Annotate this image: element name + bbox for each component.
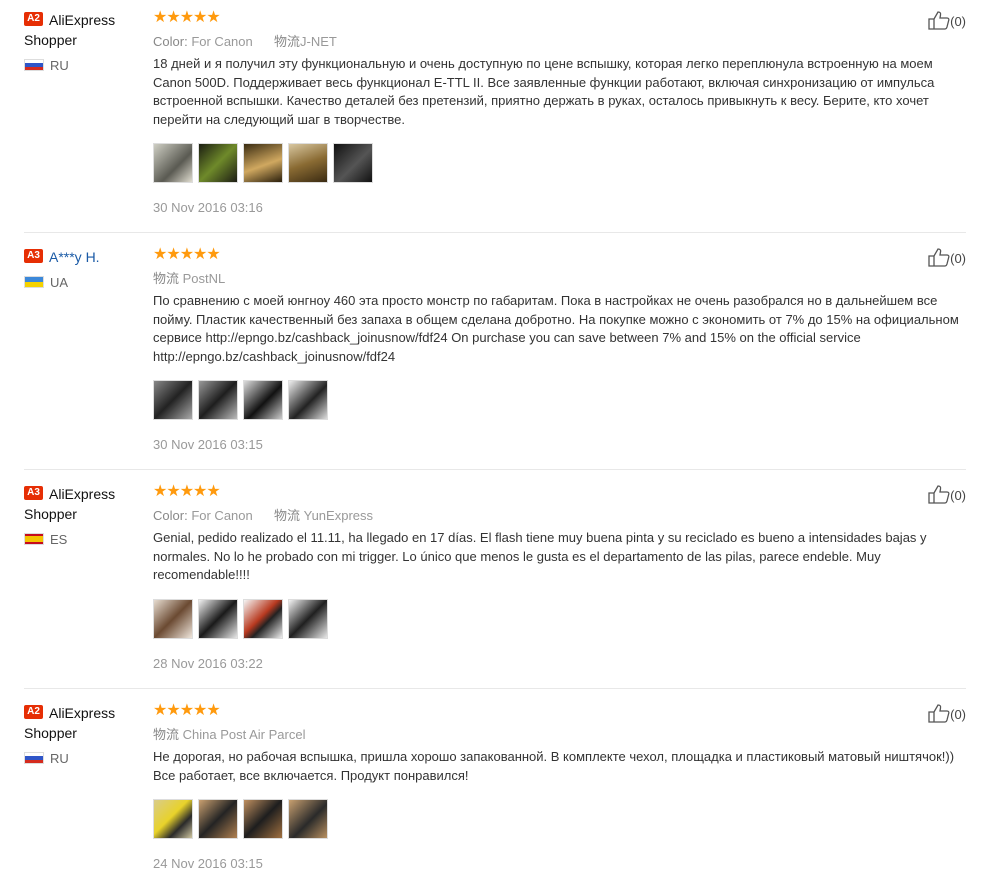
- review-content: ★★★★★ Color: For Canon 物流J-NET 18 дней и…: [153, 10, 965, 216]
- star-rating: ★★★★★: [153, 246, 221, 263]
- flag-icon: [24, 532, 44, 545]
- review-date: 30 Nov 2016 03:15: [153, 437, 263, 452]
- buyer-level-badge: A2: [24, 705, 43, 720]
- review-photo-thumbnail[interactable]: [333, 143, 373, 183]
- reviewer-country: ES: [24, 533, 144, 549]
- reviewer-name-text[interactable]: A***y H.: [49, 249, 100, 265]
- color-label: Color:: [153, 508, 188, 523]
- reviewer-info: A2 AliExpress Shopper RU: [24, 703, 144, 768]
- reviewer-name: A2 AliExpress Shopper: [24, 10, 144, 50]
- review-photo-thumbnail[interactable]: [288, 143, 328, 183]
- logistics-label: 物流: [153, 727, 180, 742]
- logistics-value: J-NET: [300, 34, 337, 49]
- reviewer-country: UA: [24, 276, 144, 292]
- review-divider: [24, 688, 966, 689]
- review-photo-thumbnail[interactable]: [198, 143, 238, 183]
- logistics-value: PostNL: [182, 271, 226, 286]
- color-value: For Canon: [191, 34, 253, 49]
- reviewer-name: A3 AliExpress Shopper: [24, 484, 144, 524]
- review-photo-thumbnail[interactable]: [243, 143, 283, 183]
- review-date: 24 Nov 2016 03:15: [153, 856, 263, 871]
- logistics-label: 物流: [273, 508, 300, 523]
- star-rating: ★★★★★: [153, 9, 221, 26]
- review-date: 28 Nov 2016 03:22: [153, 655, 263, 671]
- review-photo-thumbnail[interactable]: [153, 380, 193, 420]
- review-photos: [153, 380, 965, 422]
- reviewer-country: RU: [24, 59, 144, 75]
- review-photo-thumbnail[interactable]: [288, 380, 328, 420]
- helpful-button[interactable]: (0): [928, 10, 966, 30]
- review-meta: Color: For Canon 物流J-NET: [153, 34, 965, 50]
- review-photo-thumbnail[interactable]: [288, 598, 328, 639]
- star-rating: ★★★★★: [153, 702, 221, 719]
- review-photo-thumbnail[interactable]: [153, 143, 193, 183]
- thumbs-up-icon: [928, 10, 950, 35]
- country-code: RU: [50, 58, 69, 73]
- review-date: 30 Nov 2016 03:16: [153, 200, 263, 215]
- review-content: ★★★★★ 物流 China Post Air Parcel Не дорога…: [153, 703, 965, 872]
- logistics-label: 物流: [153, 271, 180, 286]
- country-code: ES: [50, 532, 68, 547]
- logistics-value: China Post Air Parcel: [182, 727, 306, 742]
- thumbs-up-icon: [928, 703, 950, 728]
- country-code: UA: [50, 275, 69, 290]
- color-label: Color:: [153, 34, 188, 49]
- review-photo-thumbnail[interactable]: [288, 799, 328, 839]
- review-photo-thumbnail[interactable]: [243, 598, 283, 639]
- review-photo-thumbnail[interactable]: [243, 380, 283, 420]
- helpful-count: (0): [950, 706, 966, 722]
- helpful-button[interactable]: (0): [928, 703, 966, 723]
- review-meta: 物流 China Post Air Parcel: [153, 727, 965, 743]
- review-content: ★★★★★ 物流 PostNL По сравнению с моей юнгн…: [153, 247, 965, 453]
- review-photo-thumbnail[interactable]: [153, 799, 193, 839]
- buyer-level-badge: A2: [24, 12, 43, 27]
- star-rating: ★★★★★: [153, 483, 221, 500]
- reviewer-name[interactable]: A3 A***y H.: [24, 247, 144, 267]
- helpful-button[interactable]: (0): [928, 247, 966, 267]
- review-meta: Color: For Canon 物流 YunExpress: [153, 508, 965, 524]
- helpful-button[interactable]: (0): [928, 484, 966, 504]
- review-text: Не дорогая, но рабочая вспышка, пришла х…: [153, 749, 955, 783]
- flag-icon: [24, 58, 44, 71]
- review-photo-thumbnail[interactable]: [243, 799, 283, 839]
- flag-icon: [24, 751, 44, 764]
- buyer-level-badge: A3: [24, 486, 43, 501]
- reviewer-country: RU: [24, 752, 144, 768]
- review-content: ★★★★★ Color: For Canon 物流 YunExpress Gen…: [153, 484, 965, 672]
- thumbs-up-icon: [928, 484, 950, 509]
- helpful-count: (0): [950, 250, 966, 266]
- logistics-label: 物流: [273, 34, 300, 49]
- review-divider: [24, 232, 966, 233]
- helpful-count: (0): [950, 13, 966, 29]
- review-divider: [24, 469, 966, 470]
- reviewer-info: A3 AliExpress Shopper ES: [24, 484, 144, 549]
- review-photos: [153, 143, 965, 185]
- review-meta: 物流 PostNL: [153, 271, 965, 287]
- helpful-count: (0): [950, 487, 966, 503]
- thumbs-up-icon: [928, 247, 950, 272]
- reviewer-name: A2 AliExpress Shopper: [24, 703, 144, 743]
- reviewer-info: A2 AliExpress Shopper RU: [24, 10, 144, 75]
- review-text: По сравнению с моей юнгноу 460 эта прост…: [153, 293, 959, 364]
- review-photos: [153, 598, 965, 641]
- country-code: RU: [50, 751, 69, 766]
- reviewer-info: A3 A***y H. UA: [24, 247, 144, 292]
- review-photo-thumbnail[interactable]: [198, 799, 238, 839]
- logistics-value: YunExpress: [303, 508, 373, 523]
- buyer-level-badge: A3: [24, 249, 43, 264]
- review-text: 18 дней и я получил эту функциональную и…: [153, 56, 935, 127]
- review-text: Genial, pedido realizado el 11.11, ha ll…: [153, 530, 927, 582]
- review-photo-thumbnail[interactable]: [198, 598, 238, 639]
- review-photos: [153, 799, 965, 841]
- review-photo-thumbnail[interactable]: [153, 598, 193, 639]
- flag-icon: [24, 275, 44, 288]
- review-photo-thumbnail[interactable]: [198, 380, 238, 420]
- color-value: For Canon: [191, 508, 253, 523]
